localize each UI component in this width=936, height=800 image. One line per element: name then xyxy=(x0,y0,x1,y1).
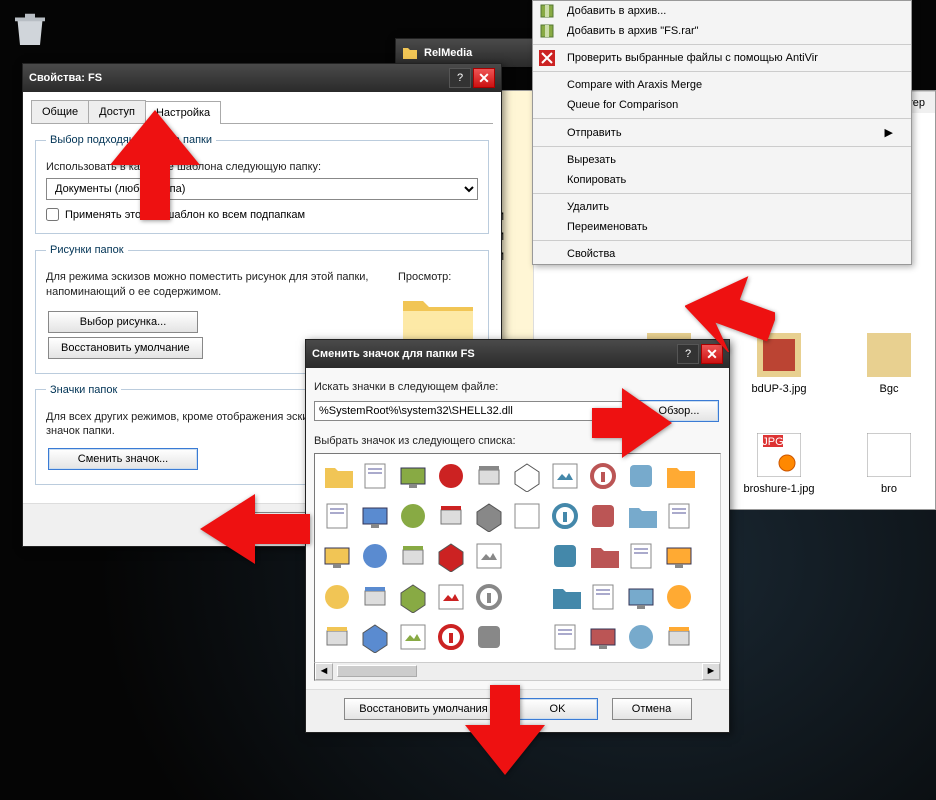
icon-option[interactable] xyxy=(357,538,393,574)
icon-option[interactable] xyxy=(585,538,621,574)
ctx-properties[interactable]: Свойства xyxy=(533,244,911,264)
icon-option[interactable] xyxy=(509,619,545,655)
icon-cancel-button[interactable]: Отмена xyxy=(612,698,692,720)
ctx-araxis-queue[interactable]: Queue for Comparison xyxy=(533,95,911,115)
icon-option[interactable] xyxy=(433,538,469,574)
icon-option[interactable] xyxy=(623,498,659,534)
ctx-add-archive-named[interactable]: Добавить в архив "FS.rar" xyxy=(533,21,911,41)
icon-option[interactable] xyxy=(661,538,697,574)
folder-icon xyxy=(402,45,418,61)
icon-option[interactable] xyxy=(471,619,507,655)
folder-pic-desc: Для режима эскизов можно поместить рисун… xyxy=(46,270,378,299)
ctx-delete[interactable]: Удалить xyxy=(533,197,911,217)
icon-option[interactable] xyxy=(395,538,431,574)
ctx-copy[interactable]: Копировать xyxy=(533,170,911,190)
icon-option[interactable] xyxy=(547,619,583,655)
file-item[interactable]: Bgc xyxy=(849,331,929,395)
annotation-arrow xyxy=(685,272,775,352)
icon-option[interactable] xyxy=(433,458,469,494)
icon-option[interactable] xyxy=(471,538,507,574)
icon-option[interactable] xyxy=(623,458,659,494)
dialog-title: Свойства: FS xyxy=(29,72,447,84)
icon-option[interactable] xyxy=(661,458,697,494)
file-item[interactable]: JPG broshure-1.jpg xyxy=(739,431,819,495)
icon-option[interactable] xyxy=(547,579,583,615)
icon-dialog-title: Сменить значок для папки FS xyxy=(312,348,675,360)
file-item[interactable]: bro xyxy=(849,431,929,495)
icon-option[interactable] xyxy=(547,538,583,574)
icon-option[interactable] xyxy=(433,619,469,655)
icon-option[interactable] xyxy=(319,498,355,534)
icon-option[interactable] xyxy=(547,458,583,494)
annotation-arrow xyxy=(465,685,545,775)
icon-option[interactable] xyxy=(395,579,431,615)
icon-option[interactable] xyxy=(357,579,393,615)
recycle-bin-icon[interactable] xyxy=(10,10,50,50)
tab-general[interactable]: Общие xyxy=(31,100,89,123)
icon-option[interactable] xyxy=(661,579,697,615)
icon-option[interactable] xyxy=(395,619,431,655)
ctx-add-archive[interactable]: Добавить в архив... xyxy=(533,1,911,21)
choose-picture-button[interactable]: Выбор рисунка... xyxy=(48,311,198,333)
icon-option[interactable] xyxy=(395,498,431,534)
icon-option[interactable] xyxy=(509,579,545,615)
annotation-arrow xyxy=(200,494,310,564)
icon-option[interactable] xyxy=(547,498,583,534)
icon-option[interactable] xyxy=(433,498,469,534)
ctx-send-to[interactable]: Отправить▶ xyxy=(533,122,911,143)
icon-option[interactable] xyxy=(623,579,659,615)
help-button[interactable]: ? xyxy=(449,68,471,88)
icon-option[interactable] xyxy=(471,458,507,494)
icon-option[interactable] xyxy=(623,538,659,574)
ctx-antivir[interactable]: Проверить выбранные файлы с помощью Anti… xyxy=(533,48,911,68)
icon-option[interactable] xyxy=(509,538,545,574)
icon-grid[interactable] xyxy=(314,453,721,663)
group-folder-icons-legend: Значки папок xyxy=(46,384,121,396)
icon-option[interactable] xyxy=(357,498,393,534)
icon-option[interactable] xyxy=(509,458,545,494)
context-menu: Добавить в архив... Добавить в архив "FS… xyxy=(532,0,912,265)
icon-option[interactable] xyxy=(585,498,621,534)
change-icon-button[interactable]: Сменить значок... xyxy=(48,448,198,470)
icon-option[interactable] xyxy=(395,458,431,494)
icon-option[interactable] xyxy=(509,498,545,534)
icon-option[interactable] xyxy=(357,458,393,494)
icon-option[interactable] xyxy=(319,458,355,494)
icon-option[interactable] xyxy=(585,619,621,655)
annotation-arrow xyxy=(592,388,672,458)
icon-option[interactable] xyxy=(319,538,355,574)
annotation-arrow xyxy=(110,110,200,220)
ctx-cut[interactable]: Вырезать xyxy=(533,150,911,170)
icon-option[interactable] xyxy=(433,579,469,615)
preview-label: Просмотр: xyxy=(398,270,478,284)
ctx-rename[interactable]: Переименовать xyxy=(533,217,911,237)
icon-path-input[interactable] xyxy=(314,401,631,421)
icon-option[interactable] xyxy=(585,579,621,615)
horizontal-scrollbar[interactable]: ◄ ► xyxy=(314,663,721,681)
group-folder-pics-legend: Рисунки папок xyxy=(46,244,128,256)
close-button[interactable]: ✕ xyxy=(473,68,495,88)
icon-option[interactable] xyxy=(661,619,697,655)
icon-option[interactable] xyxy=(661,498,697,534)
ctx-araxis-compare[interactable]: Compare with Araxis Merge xyxy=(533,75,911,95)
svg-text:JPG: JPG xyxy=(762,436,783,448)
icon-option[interactable] xyxy=(585,458,621,494)
icon-option[interactable] xyxy=(623,619,659,655)
icon-option[interactable] xyxy=(471,498,507,534)
window-title: RelMedia xyxy=(424,47,528,59)
icon-option[interactable] xyxy=(471,579,507,615)
icon-option[interactable] xyxy=(319,619,355,655)
icon-option[interactable] xyxy=(319,579,355,615)
restore-default-pic-button[interactable]: Восстановить умолчание xyxy=(48,337,203,359)
icon-option[interactable] xyxy=(357,619,393,655)
